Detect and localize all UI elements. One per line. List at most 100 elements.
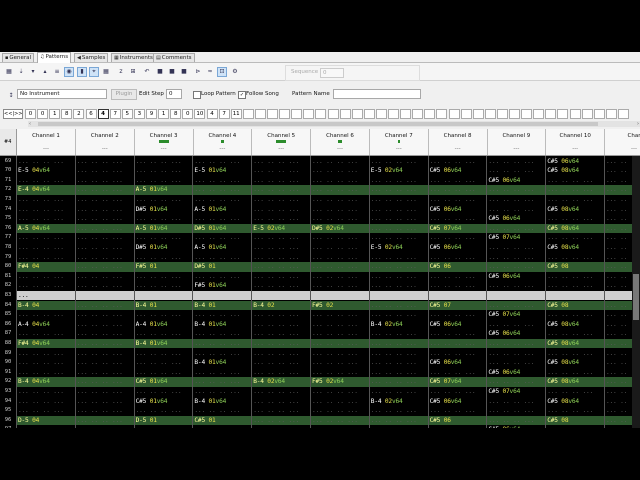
pattern-cell[interactable]: C#5 08v64: [547, 320, 579, 330]
pattern-cell[interactable]: ... .. .. ...: [253, 166, 299, 176]
pattern-cell[interactable]: ... .. .. ...: [18, 358, 64, 368]
pattern-cell[interactable]: ... .. .. ...: [136, 157, 182, 167]
pattern-cell[interactable]: ... .. .. ...: [371, 281, 417, 291]
pattern-cell[interactable]: ... .. .. ...: [77, 272, 123, 282]
record-icon[interactable]: ▮: [77, 67, 87, 77]
pattern-cell[interactable]: ... .. .. ...: [488, 339, 534, 349]
order-slot-empty[interactable]: [593, 109, 605, 119]
pattern-cell[interactable]: ... .. .. ...: [430, 329, 476, 339]
transpose-down-icon[interactable]: ▾: [28, 67, 38, 77]
channel-header-7[interactable]: Channel 7 ---: [370, 129, 429, 155]
channel-header-4[interactable]: Channel 4 ---: [193, 129, 253, 155]
pattern-cell[interactable]: E-5 04v64: [18, 166, 50, 176]
amplify-icon[interactable]: ≡: [52, 67, 62, 77]
pattern-cell[interactable]: C#5 06v64: [430, 205, 462, 215]
pattern-cell[interactable]: ... .. .. ...: [312, 416, 358, 426]
pattern-cell[interactable]: ... .. .. ...: [371, 301, 417, 311]
pattern-cell[interactable]: ... .. .. ...: [312, 339, 358, 349]
pattern-cell[interactable]: ... .. .. ...: [18, 397, 64, 407]
pattern-cell[interactable]: ... .. .. ...: [77, 253, 123, 263]
pattern-cell[interactable]: C#5 08: [547, 262, 568, 272]
pattern-cell[interactable]: B-4 01: [136, 301, 157, 311]
pattern-cell[interactable]: ... .. .. ...: [312, 195, 358, 205]
channel-header-10[interactable]: Channel 10 ---: [546, 129, 606, 155]
channel-header-5[interactable]: Channel 5 ---: [252, 129, 312, 155]
order-item[interactable]: 0: [37, 109, 49, 119]
pattern-cell[interactable]: ... .. .. ...: [194, 185, 240, 195]
order-slot-empty[interactable]: [496, 109, 508, 119]
order-slot-empty[interactable]: [424, 109, 436, 119]
pattern-cell[interactable]: ... .. .. ...: [547, 387, 593, 397]
pattern-cell[interactable]: A-4 04v64: [18, 320, 50, 330]
pattern-cell[interactable]: ... .. .. ...: [488, 377, 534, 387]
pattern-cell[interactable]: ... .. .. ...: [77, 205, 123, 215]
scroll-left-icon[interactable]: ‹: [29, 121, 31, 127]
pattern-cell[interactable]: D#5 01v64: [136, 205, 168, 215]
channel-header-3[interactable]: Channel 3 ---: [135, 129, 194, 155]
play-row-icon[interactable]: ■: [167, 67, 177, 77]
pattern-cell[interactable]: ... .. .. ...: [136, 406, 182, 416]
pattern-cell[interactable]: ... .. .. ...: [371, 224, 417, 234]
pattern-cell[interactable]: ... .. .. ...: [312, 387, 358, 397]
order-slot-empty[interactable]: [545, 109, 557, 119]
pattern-cell[interactable]: ... .. .. ...: [18, 214, 64, 224]
order-slot-empty[interactable]: [254, 109, 266, 119]
pattern-cell[interactable]: C#5 06v64: [488, 176, 520, 186]
channel-header-6[interactable]: Channel 6 ---: [311, 129, 370, 155]
pattern-cell[interactable]: ... .. .. ...: [371, 157, 417, 167]
pattern-cell[interactable]: ... .. .. ...: [430, 387, 476, 397]
sequence-spinner[interactable]: 0: [320, 68, 344, 78]
pattern-cell[interactable]: B-4 02v64: [371, 320, 403, 330]
pattern-cell[interactable]: ... .. .. ...: [488, 281, 534, 291]
pattern-cell[interactable]: ... .. .. ...: [253, 233, 299, 243]
pattern-cell[interactable]: C#5 07v64: [488, 233, 520, 243]
tab-general[interactable]: ▪General: [2, 53, 35, 62]
pattern-cell[interactable]: ... .. .. ...: [371, 262, 417, 272]
channel-settings[interactable]: ---: [546, 146, 604, 152]
pattern-cell[interactable]: ... .. .. ...: [253, 368, 299, 378]
arrow-down-icon[interactable]: ⇣: [16, 67, 26, 77]
channel-icon[interactable]: ⊡: [217, 67, 227, 77]
tab-instruments[interactable]: ▦Instruments: [111, 53, 156, 62]
pattern-cell[interactable]: ... .. .. ...: [18, 329, 64, 339]
pattern-cell[interactable]: E-5 02v64: [253, 224, 285, 234]
order-slot-empty[interactable]: [557, 109, 569, 119]
order-slot-empty[interactable]: [279, 109, 291, 119]
pattern-cell[interactable]: ... .. .. ...: [77, 406, 123, 416]
pattern-cell[interactable]: ... .. .. ...: [488, 416, 534, 426]
pattern-cell[interactable]: F#4 04v64: [18, 339, 50, 349]
pattern-cell[interactable]: ... .. .. ...: [136, 233, 182, 243]
pattern-cell[interactable]: B-4 01v64: [136, 339, 168, 349]
pattern-cell[interactable]: ... .. .. ...: [77, 166, 123, 176]
pattern-cell[interactable]: ... .. .. ...: [488, 406, 534, 416]
channel-settings[interactable]: ---: [76, 146, 134, 152]
pattern-cell[interactable]: ... .. .. ...: [253, 253, 299, 263]
pattern-cell[interactable]: ... .. .. ...: [194, 368, 240, 378]
order-slot-empty[interactable]: [569, 109, 581, 119]
order-item[interactable]: 2: [73, 109, 85, 119]
order-item[interactable]: 9: [146, 109, 157, 119]
pattern-cell[interactable]: ... .. .. ...: [312, 349, 358, 359]
order-slot-empty[interactable]: [303, 109, 315, 119]
pattern-cell[interactable]: ... .. .. ...: [77, 339, 123, 349]
pattern-cell[interactable]: ... .. .. ...: [18, 253, 64, 263]
pattern-cell[interactable]: ... .. .. ...: [136, 310, 182, 320]
pattern-grid[interactable]: 69 ... .. .. ... ... .. .. ... ... .. .. ..…: [0, 156, 640, 428]
follow-song-checkbox[interactable]: ✓: [238, 91, 246, 99]
pattern-cell[interactable]: ... .. .. ...: [77, 224, 123, 234]
channel-settings[interactable]: ---: [429, 146, 487, 152]
pattern-cell[interactable]: ... .. .. ...: [547, 368, 593, 378]
order-slot-empty[interactable]: [351, 109, 363, 119]
pattern-cell[interactable]: ... .. .. ...: [371, 349, 417, 359]
pattern-cell[interactable]: ... .. .. ...: [488, 349, 534, 359]
channel-settings[interactable]: ---: [311, 146, 369, 152]
pattern-cell[interactable]: ... .. .. ...: [136, 387, 182, 397]
order-nav-button[interactable]: <<|>>: [3, 109, 23, 119]
pattern-cell[interactable]: A-5 01v64: [194, 243, 226, 253]
pattern-cell[interactable]: F#5 01v64: [194, 281, 226, 291]
pattern-cell[interactable]: F#5 02: [312, 301, 333, 311]
pattern-cell[interactable]: B-4 01v64: [194, 320, 226, 330]
pattern-cell[interactable]: C#5 01v64: [136, 397, 168, 407]
pattern-cell[interactable]: ... .. .. ...: [18, 387, 64, 397]
pattern-name-input[interactable]: [333, 89, 421, 99]
